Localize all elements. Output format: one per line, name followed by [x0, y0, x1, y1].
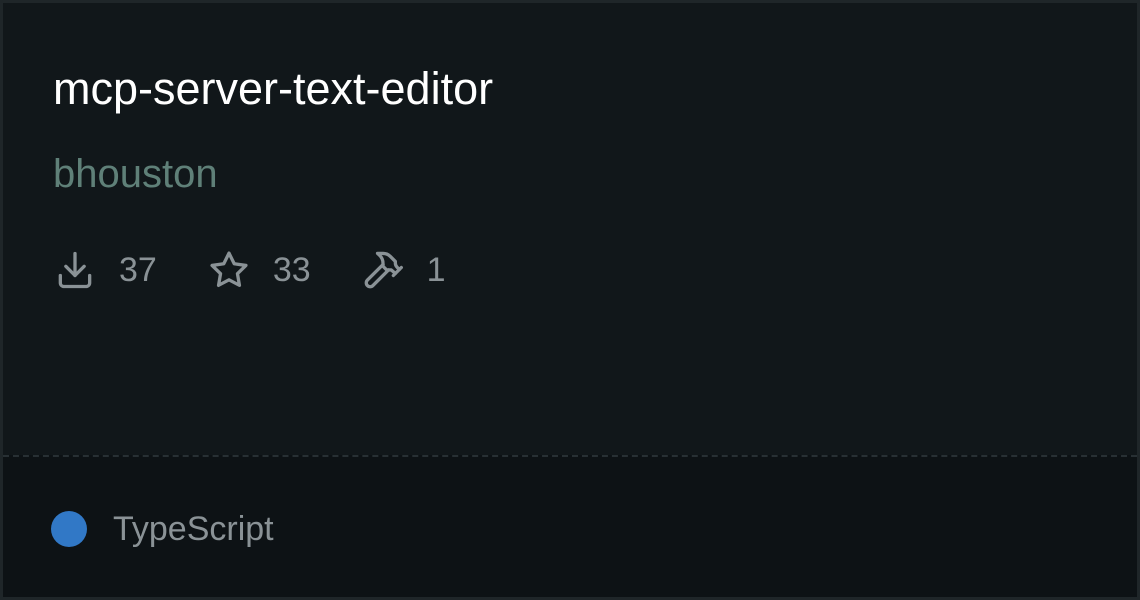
repo-owner[interactable]: bhouston: [53, 149, 218, 199]
star-count-value: 33: [272, 251, 311, 289]
language-color-dot: [51, 511, 87, 547]
star-count: 33: [207, 248, 311, 292]
tool-count-value: 1: [426, 251, 446, 289]
card-footer: TypeScript: [3, 455, 1137, 597]
repo-title[interactable]: mcp-server-text-editor: [53, 61, 493, 117]
hammer-icon: [361, 248, 405, 292]
stats-row: 37 33 1: [53, 245, 496, 295]
repo-card[interactable]: mcp-server-text-editor bhouston 37 33 1 …: [0, 0, 1140, 600]
tool-count: 1: [361, 248, 446, 292]
download-icon: [53, 248, 97, 292]
download-count-value: 37: [119, 251, 157, 289]
language-name: TypeScript: [113, 510, 274, 548]
star-icon: [207, 248, 251, 292]
language-indicator: TypeScript: [51, 509, 274, 549]
download-count: 37: [53, 248, 157, 292]
